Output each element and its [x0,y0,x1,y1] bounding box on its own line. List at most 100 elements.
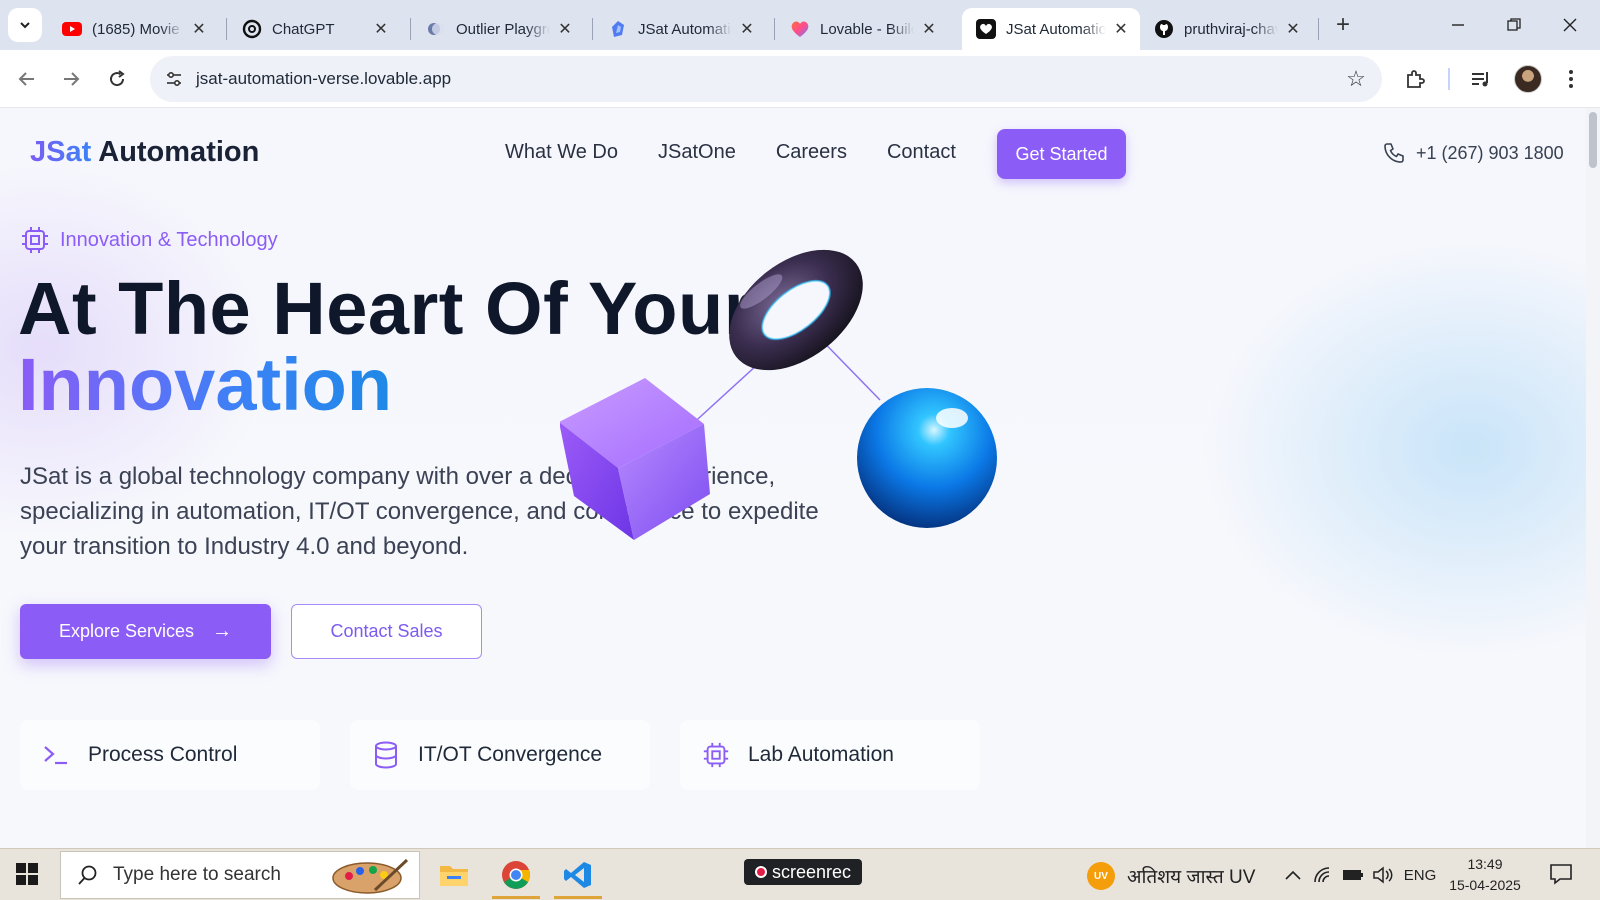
battery-icon[interactable] [1340,863,1366,887]
tab-separator [410,18,411,40]
system-clock[interactable]: 13:49 15-04-2025 [1440,854,1530,896]
arrow-right-icon: → [212,620,233,642]
tab-separator [592,18,593,40]
windows-start-icon[interactable] [16,863,38,885]
get-started-button[interactable]: Get Started [997,129,1126,179]
toolbar-divider [1448,68,1450,90]
extensions-icon[interactable] [1400,64,1430,94]
phone-link[interactable]: +1 (267) 903 1800 [1382,141,1564,165]
terminal-icon [42,741,70,769]
chevron-up-icon[interactable] [1282,863,1304,887]
torus-shape [729,249,863,371]
forward-button[interactable] [56,64,86,94]
address-bar[interactable]: jsat-automation-verse.lovable.app ☆ [150,56,1382,102]
reload-icon [110,70,125,87]
url-text[interactable]: jsat-automation-verse.lovable.app [196,69,451,89]
close-icon[interactable]: ✕ [1112,20,1130,38]
record-icon [754,866,767,878]
taskbar-file-explorer[interactable] [428,851,480,899]
tab-separator [774,18,775,40]
tab-youtube[interactable]: (1685) Movie Trailers - YouTube ✕ [48,8,218,50]
taskbar-chrome[interactable] [490,851,542,899]
feature-it-ot-convergence[interactable]: IT/OT Convergence [350,720,650,790]
restore-button[interactable] [1494,10,1534,40]
search-icon [78,865,97,885]
arrow-left-icon [18,72,34,86]
site-logo[interactable]: JSat Automation [30,136,259,169]
scrollbar-thumb[interactable] [1589,112,1597,168]
hero-3d-illustration [559,228,1030,568]
nav-careers[interactable]: Careers [776,138,847,164]
close-icon[interactable]: ✕ [372,20,390,38]
tab-title: pruthviraj-chavan [1184,20,1278,38]
explore-services-button[interactable]: Explore Services → [20,604,271,659]
explore-services-label: Explore Services [58,621,195,641]
nav-what-we-do[interactable]: What We Do [505,138,618,164]
cube-shape [559,378,710,540]
hero-headline-accent: Innovation [18,343,393,426]
feature-lab-automation[interactable]: Lab Automation [680,720,980,790]
close-icon[interactable]: ✕ [738,20,756,38]
tab-title: JSat Automation [1006,20,1106,38]
phone-number: +1 (267) 903 1800 [1416,142,1564,163]
folder-icon [440,866,468,886]
logo-accent: JSat [30,136,92,168]
tab-github[interactable]: pruthviraj-chavan ✕ [1140,8,1312,50]
tab-jsat-automation[interactable]: JSat Automation ✕ [594,8,766,50]
tab-jsat-automation-active[interactable]: JSat Automation ✕ [962,8,1140,50]
browser-toolbar: jsat-automation-verse.lovable.app ☆ [0,50,1600,108]
tab-lovable[interactable]: Lovable - Build apps ✕ [776,8,948,50]
tab-outlier[interactable]: Outlier Playground ✕ [412,8,584,50]
language-indicator[interactable]: ENG [1402,863,1438,887]
tab-search-button[interactable] [8,8,42,42]
restore-icon [1507,18,1521,31]
site-settings-icon[interactable] [162,67,186,91]
screenrec-label: screenrec [771,861,852,882]
chevron-down-icon [20,22,30,29]
clock-time: 13:49 [1467,856,1503,872]
tab-title: ChatGPT [272,20,366,38]
bookmark-star-icon[interactable]: ☆ [1344,66,1368,91]
jsat-icon [608,19,628,39]
reload-button[interactable] [102,64,132,94]
nav-jsatone[interactable]: JSatOne [658,138,736,164]
contact-sales-button[interactable]: Contact Sales [291,604,482,659]
back-button[interactable] [12,64,42,94]
paint-palette-icon [332,858,409,894]
tab-title: JSat Automation [638,20,732,38]
user-badge[interactable]: UV [1087,862,1115,890]
tab-strip: (1685) Movie Trailers - YouTube ✕ ChatGP… [0,0,1600,50]
tab-chatgpt[interactable]: ChatGPT ✕ [228,8,400,50]
tab-title: Lovable - Build apps [820,20,914,38]
nav-contact[interactable]: Contact [887,138,956,164]
close-icon[interactable]: ✕ [920,20,938,38]
github-icon [1154,19,1174,39]
profile-avatar[interactable] [1514,65,1542,93]
close-icon[interactable]: ✕ [1284,20,1302,38]
screenrec-indicator[interactable]: screenrec [744,859,862,885]
media-controls-icon[interactable] [1466,64,1496,94]
windows-taskbar: Type here to search screenrec UV अतिशय ज… [0,848,1600,900]
menu-kebab-icon[interactable] [1556,64,1586,94]
wifi-icon[interactable] [1312,863,1336,887]
page-scrollbar[interactable] [1586,108,1600,848]
new-tab-button[interactable]: + [1330,11,1356,38]
notification-icon[interactable] [1548,861,1574,887]
volume-icon[interactable] [1370,863,1396,887]
tab-separator [1318,18,1319,40]
feature-label: Lab Automation [748,743,894,766]
taskbar-vscode[interactable] [552,851,604,899]
close-icon[interactable]: ✕ [556,20,574,38]
close-window-button[interactable] [1550,10,1590,40]
arrow-right-icon [64,72,80,86]
minimize-button[interactable] [1438,10,1478,40]
database-icon [372,741,400,769]
search-placeholder: Type here to search [113,864,281,885]
close-icon [1563,18,1577,32]
feature-process-control[interactable]: Process Control [20,720,320,790]
close-icon[interactable]: ✕ [190,20,208,38]
taskbar-search[interactable]: Type here to search [60,851,420,899]
user-name: अतिशय जास्त UV [1127,867,1256,888]
tab-separator [226,18,227,40]
page-viewport: JSat Automation What We Do JSatOne Caree… [0,108,1600,848]
